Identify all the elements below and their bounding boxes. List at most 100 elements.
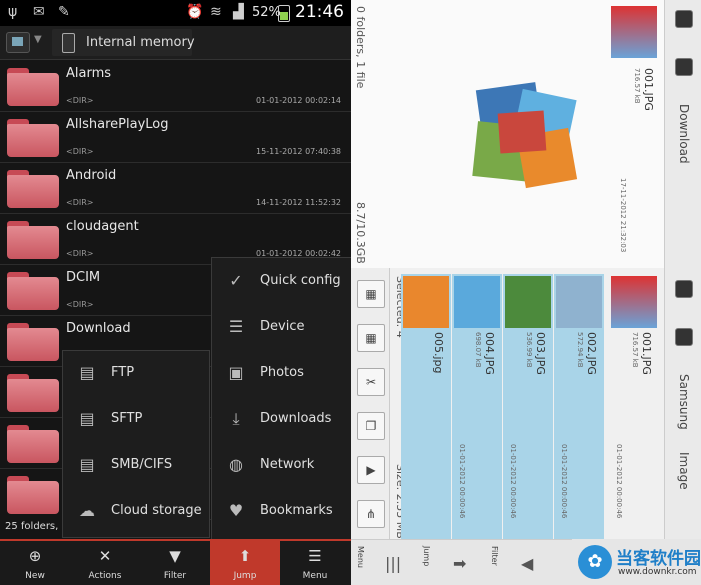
home-icon[interactable] bbox=[675, 10, 693, 28]
select-none-button[interactable]: ▦ bbox=[357, 324, 385, 352]
menu-item-label: Quick config bbox=[260, 273, 341, 288]
breadcrumb[interactable]: Internal memory bbox=[52, 29, 195, 56]
menu-item-device[interactable]: ☰ Device bbox=[212, 305, 351, 351]
file-size: 716.57 kB bbox=[633, 68, 641, 104]
watermark-logo: ✿ 当客软件园 www.downkr.com bbox=[572, 539, 701, 585]
actions-button[interactable]: ✕ Actions bbox=[70, 541, 140, 585]
usb-icon: ψ bbox=[8, 4, 18, 20]
select-all-button[interactable]: ▦ bbox=[357, 280, 385, 308]
file-type: <DIR> bbox=[66, 249, 94, 258]
folder-icon bbox=[7, 374, 59, 412]
menu-item-ftp[interactable]: ▤ FTP bbox=[63, 351, 209, 397]
folder-tab-samsung[interactable]: Samsung bbox=[677, 374, 691, 430]
list-item[interactable]: 001.JPG 716.57 kB 01-01-2012 00:00:46 bbox=[609, 274, 659, 539]
menu-item-network[interactable]: ◍ Network bbox=[212, 443, 351, 489]
menu-button[interactable]: Menu ||| bbox=[351, 540, 401, 585]
menu-button-label: Menu bbox=[302, 571, 328, 581]
folder-icon bbox=[7, 323, 59, 361]
download-icon: ⤓ bbox=[232, 409, 240, 428]
list-item[interactable]: 001.JPG 716.57 kB 17-11-2012 21:32:03 bbox=[609, 6, 659, 261]
file-type: <DIR> bbox=[66, 96, 94, 105]
list-item[interactable]: 005.jpg bbox=[401, 274, 451, 539]
folder-tab-image[interactable]: Image bbox=[677, 452, 691, 490]
new-button[interactable]: ⊕ New bbox=[0, 541, 70, 585]
pen-icon: ✎ bbox=[58, 4, 70, 20]
list-item[interactable]: AllsharePlayLog <DIR> 15-11-2012 07:40:3… bbox=[0, 111, 351, 163]
file-date: 01-01-2012 00:00:46 bbox=[458, 444, 466, 519]
menu-item-label: Device bbox=[260, 319, 305, 334]
menu-button-label: Menu bbox=[356, 546, 365, 568]
move-button[interactable]: ▶ bbox=[357, 456, 385, 484]
folder-icon bbox=[7, 272, 59, 310]
list-item[interactable]: 002.JPG 572.94 kB 01-01-2012 00:00:46 bbox=[554, 274, 604, 539]
clock: 21:46 bbox=[295, 2, 344, 22]
filter-button[interactable]: ▼ Filter bbox=[140, 541, 210, 585]
filter-button-label: Filter bbox=[163, 571, 187, 581]
folder-icon bbox=[7, 425, 59, 463]
thumbnail-image bbox=[611, 6, 657, 58]
menu-item-cloud[interactable]: ☁ Cloud storage bbox=[63, 489, 209, 535]
menu-item-quick-config[interactable]: ✓ Quick config bbox=[212, 259, 351, 305]
watermark-text: 当客软件园 bbox=[616, 549, 701, 569]
file-name: 001.JPG bbox=[640, 332, 653, 375]
menu-item-label: SMB/CIFS bbox=[111, 457, 173, 472]
list-item[interactable]: Android <DIR> 14-11-2012 11:52:32 bbox=[0, 162, 351, 214]
filter-button-label: Filter bbox=[490, 546, 499, 566]
jump-icon: ➡ bbox=[453, 554, 467, 573]
list-item[interactable]: 004.JPG 698.07 kB 01-01-2012 00:00:46 bbox=[452, 274, 502, 539]
file-date: 01-01-2012 00:00:46 bbox=[560, 444, 568, 519]
menu-button[interactable]: ☰ Menu bbox=[280, 541, 350, 585]
cut-button[interactable]: ✂ bbox=[357, 368, 385, 396]
jump-button[interactable]: Jump ➡ bbox=[417, 540, 466, 585]
list-item[interactable]: 003.JPG 536.99 kB 01-01-2012 00:00:46 bbox=[503, 274, 553, 539]
phone-icon[interactable] bbox=[675, 328, 693, 346]
sftp-icon: ▤ bbox=[79, 409, 95, 428]
thumbnail-image bbox=[556, 276, 602, 328]
menu-item-label: Downloads bbox=[260, 411, 332, 426]
check-icon: ✓ bbox=[229, 271, 243, 290]
home-icon[interactable] bbox=[6, 32, 30, 53]
file-name: DCIM bbox=[66, 270, 101, 285]
new-button-label: New bbox=[25, 571, 45, 581]
file-date: 01-01-2012 00:00:46 bbox=[509, 444, 517, 519]
folder-tab-download[interactable]: Download bbox=[677, 104, 691, 164]
list-item[interactable]: Alarms <DIR> 01-01-2012 00:02:14 bbox=[0, 60, 351, 112]
filter-button[interactable]: Filter ◀ bbox=[485, 540, 533, 585]
battery-percent: 52% bbox=[252, 5, 281, 20]
thumbnail-image bbox=[454, 276, 500, 328]
file-type: <DIR> bbox=[66, 147, 94, 156]
copy-button[interactable]: ❐ bbox=[357, 412, 385, 440]
file-date: 15-11-2012 07:40:38 bbox=[256, 147, 341, 156]
file-name: Alarms bbox=[66, 66, 112, 81]
file-name: Download bbox=[66, 321, 131, 336]
thumbnail-image bbox=[611, 276, 657, 328]
file-name: cloudagent bbox=[66, 219, 139, 234]
side-toolbar: ▦ ▦ ✂ ❐ ▶ ⋔ bbox=[351, 268, 390, 539]
menu-item-label: FTP bbox=[111, 365, 135, 380]
ftp-icon: ▤ bbox=[79, 363, 95, 382]
jump-button[interactable]: ⬆ Jump bbox=[210, 541, 280, 585]
menu-item-smb[interactable]: ▤ SMB/CIFS bbox=[63, 443, 209, 489]
alarm-icon: ⏰ bbox=[186, 4, 204, 20]
breadcrumb-label: Internal memory bbox=[86, 35, 195, 50]
menu-item-photos[interactable]: ▣ Photos bbox=[212, 351, 351, 397]
photos-icon: ▣ bbox=[228, 363, 244, 382]
menu-item-label: Bookmarks bbox=[260, 503, 333, 518]
file-size: 716.57 kB bbox=[631, 332, 639, 368]
dropdown-caret-icon[interactable]: ▼ bbox=[34, 34, 42, 45]
menu-item-sftp[interactable]: ▤ SFTP bbox=[63, 397, 209, 443]
globe-icon: ◍ bbox=[229, 455, 243, 474]
phone-icon[interactable] bbox=[675, 58, 693, 76]
home-icon[interactable] bbox=[675, 280, 693, 298]
file-name: Android bbox=[66, 168, 117, 183]
menu-item-downloads[interactable]: ⤓ Downloads bbox=[212, 397, 351, 443]
panel-info: 0 folders, 1 file bbox=[354, 6, 367, 89]
jump-button-label: Jump bbox=[422, 546, 431, 567]
mail-icon: ✉ bbox=[33, 4, 45, 20]
menu-item-bookmarks[interactable]: ♥ Bookmarks bbox=[212, 489, 351, 535]
share-button[interactable]: ⋔ bbox=[357, 500, 385, 528]
network-popup-menu: ▤ FTP ▤ SFTP ▤ SMB/CIFS ☁ Cloud storage bbox=[62, 350, 210, 538]
folder-summary: 25 folders, bbox=[0, 518, 62, 538]
right-screen: 0 folders, 1 file 8.7/10.3GB 001.JPG 716… bbox=[351, 0, 701, 585]
file-type: <DIR> bbox=[66, 300, 94, 309]
